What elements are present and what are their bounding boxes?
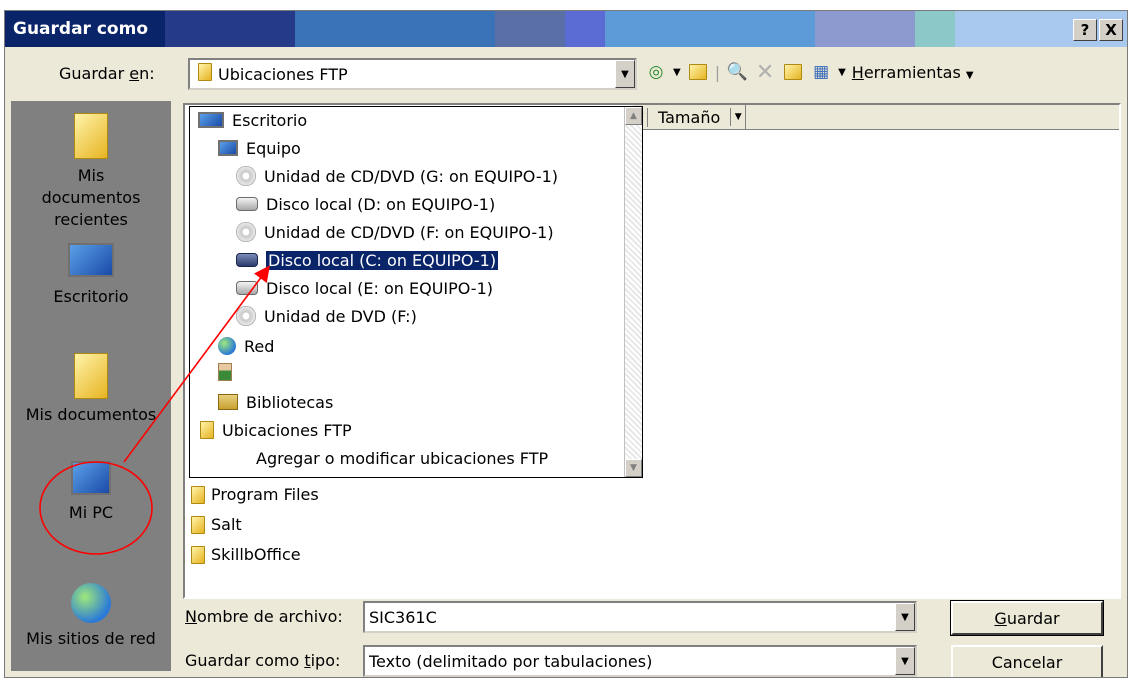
help-button[interactable]: ? [1073,19,1097,41]
filetype-value: Texto (delimitado por tabulaciones) [369,651,653,671]
chevron-down-icon: ▼ [621,68,629,80]
list-item[interactable]: SkillbOffice [191,545,301,564]
desktop-icon [68,243,114,277]
dropdown-item-cd-f[interactable]: Unidad de CD/DVD (F: on EQUIPO-1) [236,219,554,245]
column-size-menu-icon[interactable]: ▼ [730,108,745,126]
dropdown-item-computer[interactable]: Equipo [218,135,301,161]
cd-drive-icon [236,166,256,186]
help-icon: ? [1080,21,1090,39]
filetype-label: Guardar como tipo: [185,651,341,670]
back-dropdown-icon[interactable]: ▼ [673,67,681,78]
save-in-select[interactable]: Ubicaciones FTP ▼ [188,58,637,90]
dropdown-scrollbar[interactable]: ▲ ▼ [624,107,642,477]
dvd-drive-icon [236,306,256,326]
my-computer-icon [71,461,111,495]
delete-icon[interactable]: ✕ [754,60,776,85]
scroll-up-icon[interactable]: ▲ [625,107,642,125]
dropdown-item-disk-c[interactable]: Disco local (C: on EQUIPO-1) [236,247,500,273]
filename-input[interactable]: SIC361C ▼ [363,601,917,633]
views-dropdown-icon[interactable]: ▼ [838,67,846,78]
list-item[interactable]: Program Files [191,485,319,504]
folder-icon [191,515,205,534]
save-button[interactable]: Guardar [950,600,1104,636]
column-headers: ▼ Tamaño ▼ [633,105,1119,130]
cancel-button[interactable]: Cancelar [951,645,1103,677]
user-folder-icon [218,363,232,381]
dropdown-item-cd-g[interactable]: Unidad de CD/DVD (G: on EQUIPO-1) [236,163,558,189]
chevron-down-icon: ▼ [901,655,909,667]
save-in-dropdown-button[interactable]: ▼ [615,60,635,88]
dropdown-item-ftp[interactable]: Ubicaciones FTP [200,417,352,443]
folder-icon [198,63,212,81]
folder-icon [191,485,205,504]
list-item[interactable]: Salt [191,515,242,534]
hard-drive-icon [236,281,258,295]
title-bar: Guardar como ? X [5,11,1127,47]
cd-drive-icon [236,222,256,242]
dropdown-item-desktop[interactable]: Escritorio [198,107,307,133]
search-web-icon[interactable]: 🔍 [726,61,748,83]
toolbar: ◎ ▼ | 🔍 ✕ ▦ ▼ Herramientas ▼ [645,60,974,85]
up-folder-icon[interactable] [687,61,709,83]
my-documents-icon [74,353,108,399]
network-globe-icon [71,583,111,623]
dropdown-item-disk-d[interactable]: Disco local (D: on EQUIPO-1) [236,191,495,217]
dropdown-item-add-ftp[interactable]: Agregar o modificar ubicaciones FTP [256,445,548,471]
window-title: Guardar como [13,19,149,39]
close-icon: X [1105,21,1117,39]
dropdown-item-disk-e[interactable]: Disco local (E: on EQUIPO-1) [236,275,493,301]
views-icon[interactable]: ▦ [810,61,832,83]
place-desktop[interactable]: Escritorio [11,243,171,306]
filetype-dropdown-button[interactable]: ▼ [895,647,915,675]
filetype-select[interactable]: Texto (delimitado por tabulaciones) ▼ [363,645,917,677]
save-as-dialog: Guardar como ? X Guardar en: Ubicaciones… [4,10,1128,678]
dropdown-item-user[interactable] [218,359,240,385]
scroll-down-icon[interactable]: ▼ [625,459,642,477]
computer-icon [218,140,238,156]
dropdown-item-network[interactable]: Red [218,333,274,359]
dropdown-item-dvd-f[interactable]: Unidad de DVD (F:) [236,303,417,329]
dropdown-item-libraries[interactable]: Bibliotecas [218,389,333,415]
filename-dropdown-button[interactable]: ▼ [895,603,915,631]
chevron-down-icon: ▼ [901,611,909,623]
desktop-icon [198,112,224,128]
folder-icon [191,545,205,564]
new-folder-icon[interactable] [782,61,804,83]
network-icon [218,337,236,355]
place-recent-documents[interactable]: Mis documentos recientes [11,113,171,231]
column-size[interactable]: Tamaño [647,107,730,127]
hard-drive-icon [236,253,258,267]
filename-label: Nombre de archivo: [185,607,343,626]
libraries-icon [218,394,238,410]
places-bar: Mis documentos recientes Escritorio Mis … [11,101,171,671]
hard-drive-icon [236,197,258,211]
recent-documents-icon [74,113,108,159]
save-in-dropdown-list: Escritorio Equipo Unidad de CD/DVD (G: o… [189,106,643,478]
tools-menu[interactable]: Herramientas ▼ [852,63,974,82]
place-my-computer[interactable]: Mi PC [11,461,171,522]
place-my-documents[interactable]: Mis documentos [11,353,171,424]
folder-icon [200,421,214,439]
filename-value: SIC361C [369,607,437,627]
place-network[interactable]: Mis sitios de red [11,583,171,648]
save-in-value: Ubicaciones FTP [218,64,348,84]
back-icon[interactable]: ◎ [645,61,667,83]
close-button[interactable]: X [1099,19,1123,41]
save-in-label: Guardar en: [59,64,155,83]
